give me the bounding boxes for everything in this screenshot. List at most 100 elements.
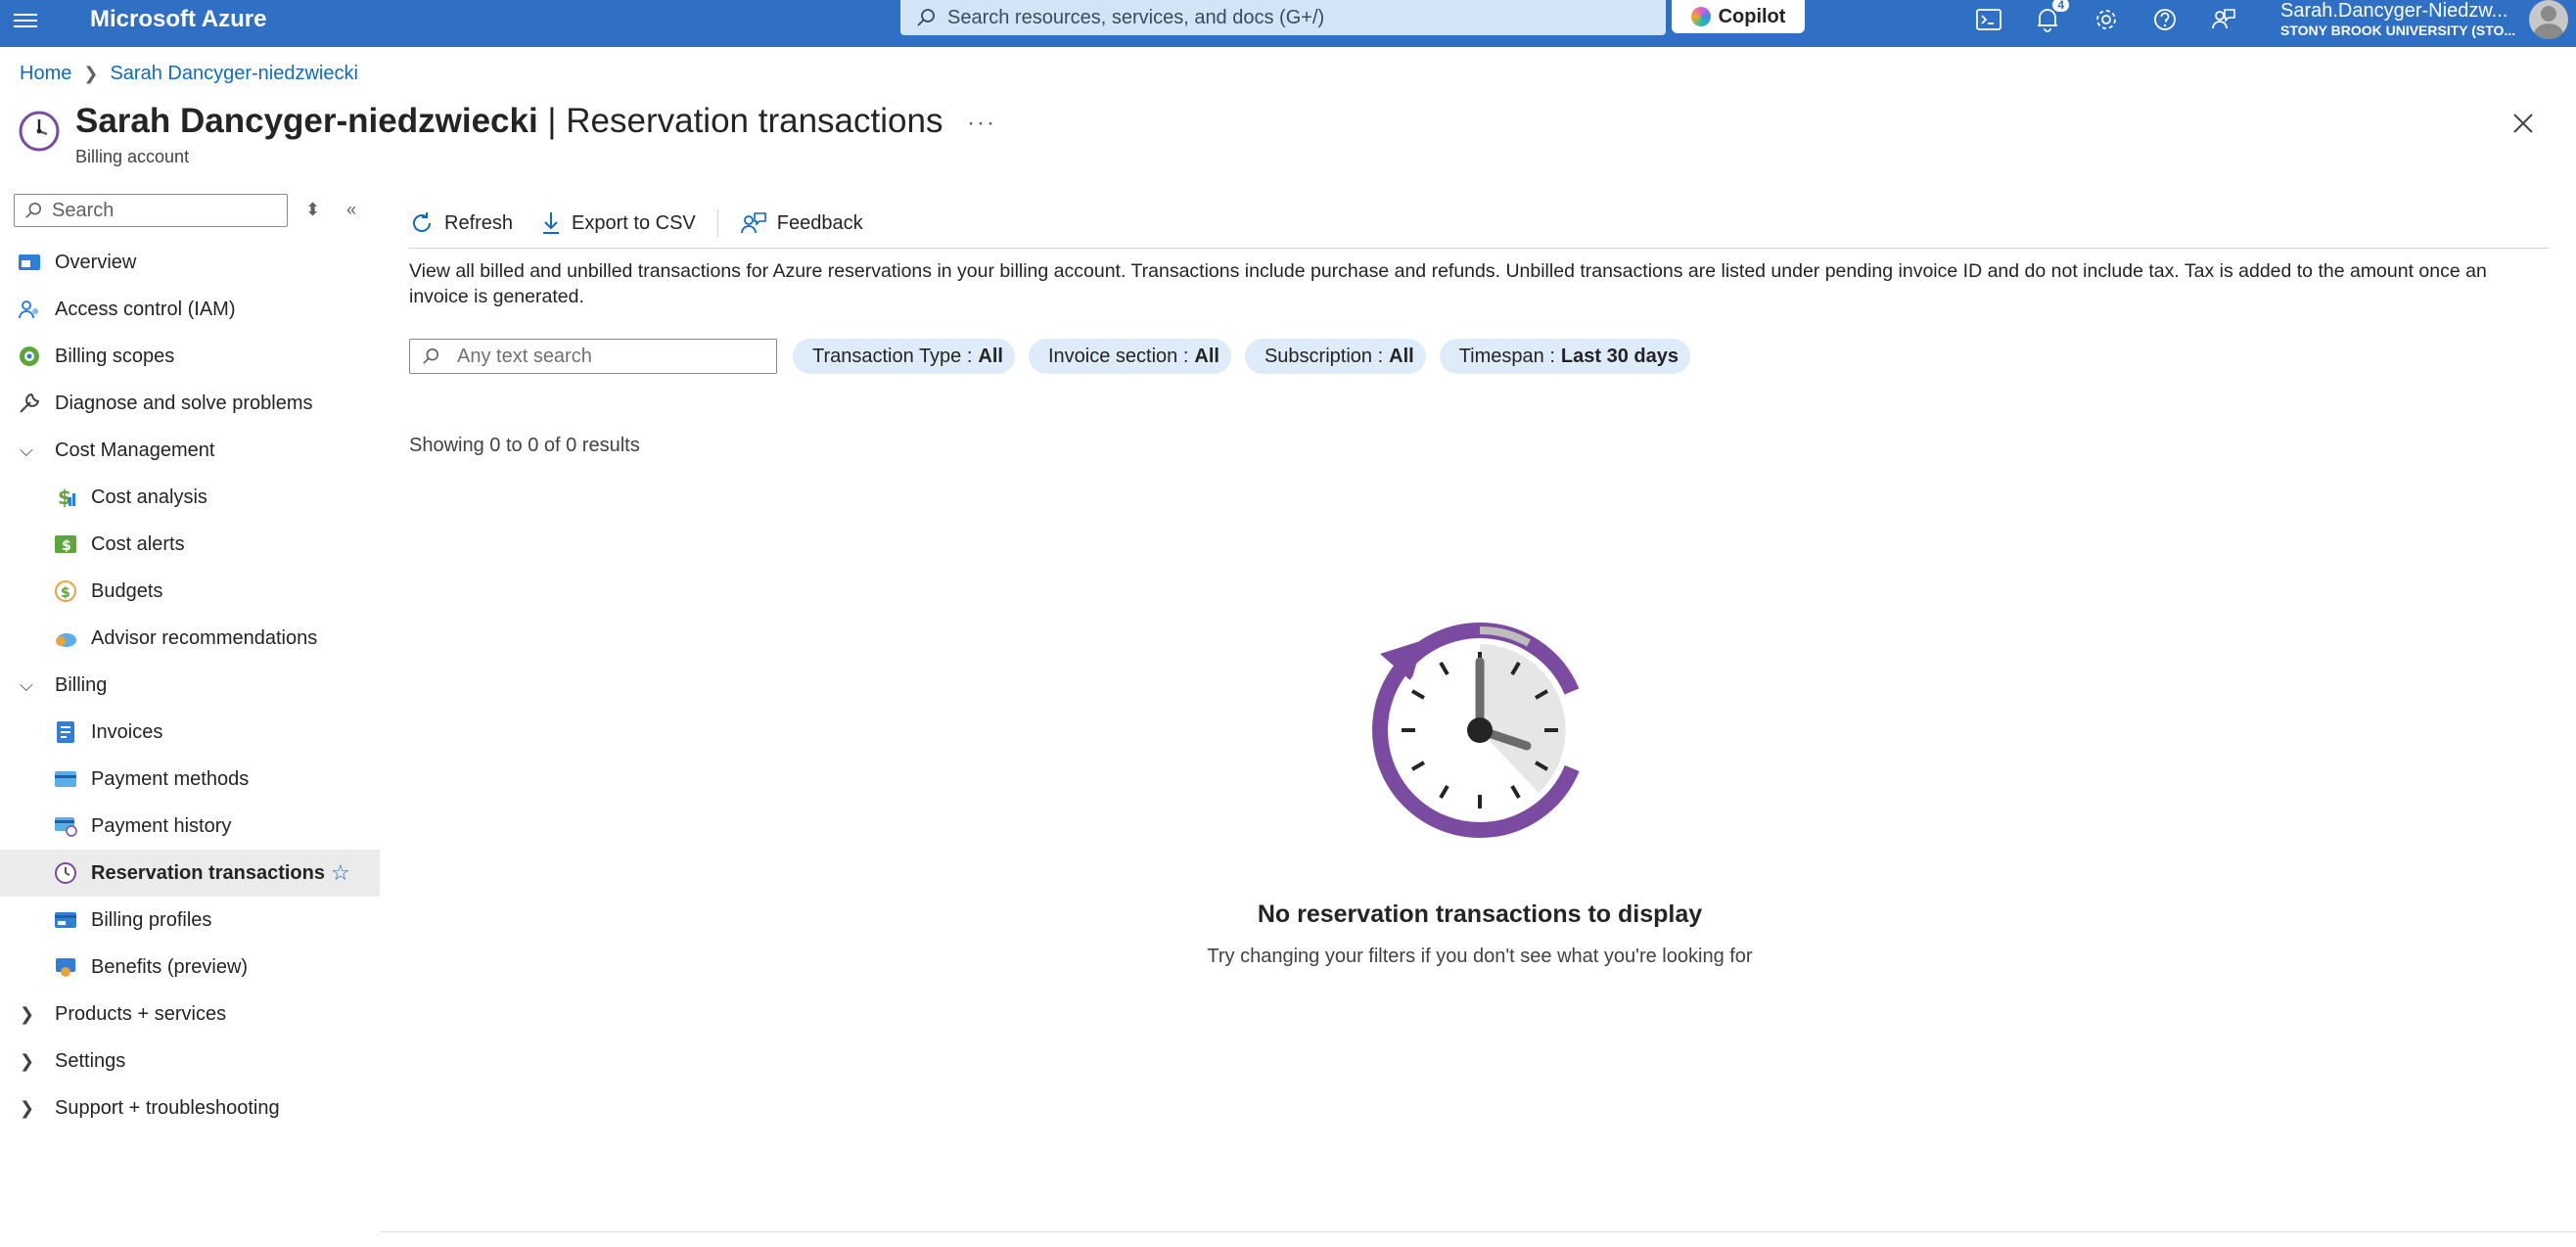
filter-invoice-section[interactable]: Invoice section : All xyxy=(1028,339,1231,374)
help-icon[interactable] xyxy=(2149,4,2181,35)
sidebar-item-label: Access control (IAM) xyxy=(55,298,236,320)
sidebar-group-label: Cost Management xyxy=(55,439,215,461)
avatar[interactable] xyxy=(2529,0,2568,39)
sidebar-group-label: Support + troubleshooting xyxy=(55,1096,280,1119)
svg-text:$: $ xyxy=(62,538,71,554)
sidebar-group-billing[interactable]: ⌵ Billing xyxy=(0,662,380,709)
sidebar-item-billing-scopes[interactable]: Billing scopes xyxy=(0,333,380,380)
page-subtitle: Billing account xyxy=(75,147,190,166)
sidebar-item-label: Budgets xyxy=(91,579,163,602)
budgets-icon: $ xyxy=(54,579,77,603)
sidebar-item-cost-alerts[interactable]: $ Cost alerts xyxy=(0,521,380,568)
copilot-label: Copilot xyxy=(1718,5,1786,27)
feedback-button[interactable]: Feedback xyxy=(740,210,863,236)
sidebar-item-label: Reservation transactions xyxy=(91,861,325,884)
filter-value: All xyxy=(978,345,1003,367)
payment-history-icon xyxy=(54,814,77,838)
breadcrumb-current[interactable]: Sarah Dancyger-niedzwiecki xyxy=(110,63,357,85)
toolbar-divider-line xyxy=(409,248,2549,249)
page-title: Sarah Dancyger-niedzwiecki | Reservation… xyxy=(75,102,943,141)
sidebar-item-payment-methods[interactable]: Payment methods xyxy=(0,756,380,803)
page-title-name: Sarah Dancyger-niedzwiecki xyxy=(75,102,538,140)
sidebar-item-label: Diagnose and solve problems xyxy=(55,392,313,414)
sidebar-group-label: Products + services xyxy=(55,1002,227,1025)
page-title-separator: | xyxy=(537,102,567,140)
sidebar-item-payment-history[interactable]: Payment history xyxy=(0,803,380,850)
filter-label: Invoice section : xyxy=(1047,345,1189,367)
export-csv-button[interactable]: Export to CSV xyxy=(540,210,696,236)
feedback-label: Feedback xyxy=(776,211,863,234)
chevron-down-icon: ⌵ xyxy=(20,439,33,460)
sidebar-group-settings[interactable]: ❯ Settings xyxy=(0,1038,380,1085)
menu-icon[interactable] xyxy=(14,10,37,33)
settings-gear-icon[interactable] xyxy=(2091,4,2122,35)
more-options-icon[interactable]: ··· xyxy=(967,110,996,137)
results-count: Showing 0 to 0 of 0 results xyxy=(409,435,640,456)
sidebar-group-cost-management[interactable]: ⌵ Cost Management xyxy=(0,427,380,474)
filter-timespan[interactable]: Timespan : Last 30 days xyxy=(1439,339,1690,374)
breadcrumb-home[interactable]: Home xyxy=(20,63,71,85)
clock-icon xyxy=(54,861,77,885)
copilot-button[interactable]: Copilot xyxy=(1672,0,1805,33)
top-bar: Microsoft Azure Search resources, servic… xyxy=(0,0,2576,47)
favorite-star-icon[interactable]: ☆ xyxy=(331,860,350,886)
brand-title[interactable]: Microsoft Azure xyxy=(90,6,266,33)
search-icon xyxy=(423,347,439,364)
text-search-placeholder: Any text search xyxy=(457,345,592,367)
sidebar-item-label: Invoices xyxy=(91,720,163,743)
sidebar-item-label: Payment methods xyxy=(91,767,250,790)
close-icon[interactable] xyxy=(2509,110,2537,137)
overview-icon xyxy=(18,251,41,274)
chevron-right-icon: ❯ xyxy=(20,1097,35,1118)
sidebar-search-input[interactable]: Search xyxy=(14,194,288,227)
text-search-input[interactable]: Any text search xyxy=(409,339,777,374)
chevron-right-icon: ❯ xyxy=(83,64,99,83)
sidebar-group-support[interactable]: ❯ Support + troubleshooting xyxy=(0,1085,380,1132)
refresh-icon xyxy=(413,212,432,232)
global-search-placeholder: Search resources, services, and docs (G+… xyxy=(947,6,1325,28)
command-bar: Refresh Export to CSV Feedback xyxy=(409,206,891,241)
sidebar-item-label: Cost alerts xyxy=(91,532,185,555)
empty-state-subtitle: Try changing your filters if you don't s… xyxy=(1207,946,1753,967)
svg-text:$: $ xyxy=(61,585,70,601)
sidebar-item-label: Billing scopes xyxy=(55,345,175,367)
sidebar-item-access-control[interactable]: Access control (IAM) xyxy=(0,286,380,333)
cloud-shell-icon[interactable] xyxy=(1973,4,2004,35)
sidebar-item-budgets[interactable]: $ Budgets xyxy=(0,568,380,615)
notifications-icon[interactable]: 4 xyxy=(2032,0,2069,35)
advisor-icon xyxy=(54,626,77,650)
sidebar-group-products-services[interactable]: ❯ Products + services xyxy=(0,991,380,1038)
sidebar-item-cost-analysis[interactable]: $ Cost analysis xyxy=(0,474,380,521)
page-title-page: Reservation transactions xyxy=(566,102,943,140)
toolbar-divider xyxy=(716,209,718,237)
filter-subscription[interactable]: Subscription : All xyxy=(1244,339,1426,374)
chevron-right-icon: ❯ xyxy=(20,1050,35,1071)
collapse-sidebar-icon[interactable]: « xyxy=(346,200,356,220)
search-icon xyxy=(25,202,42,218)
user-name: Sarah.Dancyger-Niedzw... xyxy=(2280,0,2508,22)
sidebar-item-label: Overview xyxy=(55,251,137,273)
download-icon xyxy=(543,212,560,234)
bottom-divider xyxy=(380,1231,2576,1232)
empty-state-clock-icon xyxy=(1372,623,1587,838)
sidebar-group-label: Billing xyxy=(55,673,108,696)
filter-label: Transaction Type : xyxy=(812,345,973,367)
refresh-label: Refresh xyxy=(444,211,514,234)
account-menu[interactable]: Sarah.Dancyger-Niedzw... STONY BROOK UNI… xyxy=(2280,0,2515,39)
sidebar-item-invoices[interactable]: Invoices xyxy=(0,709,380,756)
export-label: Export to CSV xyxy=(572,211,696,234)
expand-collapse-icon[interactable]: ⬍ xyxy=(305,200,320,220)
sidebar-group-label: Settings xyxy=(55,1049,126,1072)
user-org: STONY BROOK UNIVERSITY (STO... xyxy=(2280,23,2516,38)
sidebar-item-overview[interactable]: Overview xyxy=(0,239,380,286)
global-search-input[interactable]: Search resources, services, and docs (G+… xyxy=(900,0,1666,35)
refresh-button[interactable]: Refresh xyxy=(409,210,513,236)
notification-badge: 4 xyxy=(2052,0,2069,12)
feedback-icon[interactable] xyxy=(2208,4,2239,35)
filter-transaction-type[interactable]: Transaction Type : All xyxy=(793,339,1015,374)
sidebar-item-advisor[interactable]: Advisor recommendations xyxy=(0,615,380,662)
reservation-clock-icon xyxy=(19,111,60,152)
iam-icon xyxy=(18,298,41,321)
sidebar-item-diagnose[interactable]: Diagnose and solve problems xyxy=(0,380,380,427)
sidebar-item-reservation-transactions[interactable]: Reservation transactions ☆ xyxy=(0,850,380,897)
